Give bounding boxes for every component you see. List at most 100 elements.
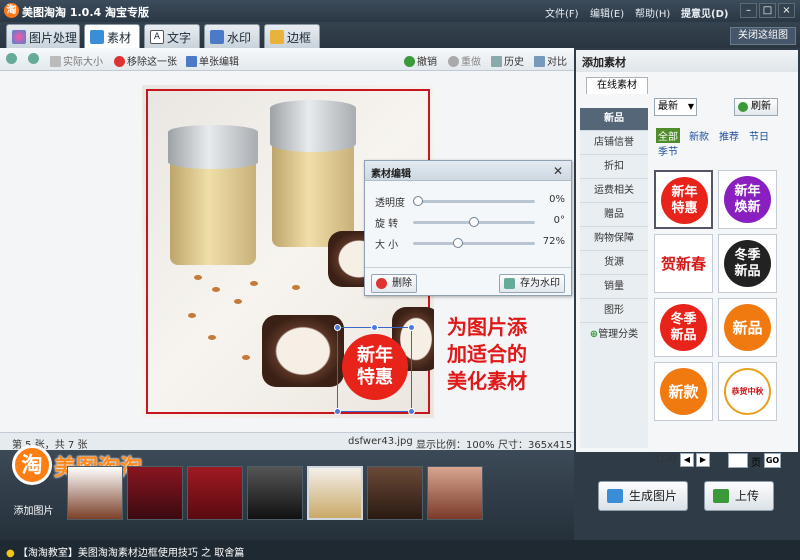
category-item[interactable]: 店铺信誉 xyxy=(580,132,648,155)
menu-help[interactable]: 帮助(H) xyxy=(635,5,670,20)
resize-handle[interactable] xyxy=(334,408,341,415)
undo-icon xyxy=(404,56,415,67)
manage-categories-button[interactable]: ⊕管理分类 xyxy=(580,324,648,347)
zoom-in-icon xyxy=(6,53,17,64)
app-logo-icon: 淘 xyxy=(4,3,19,18)
category-item[interactable]: 运费相关 xyxy=(580,180,648,203)
category-item[interactable]: 销量 xyxy=(580,276,648,299)
thumbnail-5[interactable] xyxy=(307,466,363,520)
history-button[interactable]: 历史 xyxy=(491,53,524,68)
tab-online-materials[interactable]: 在线素材 xyxy=(586,77,648,94)
filter-season[interactable]: 季节 xyxy=(658,143,678,158)
text-icon: A xyxy=(150,30,164,44)
title-bar: 淘 美图淘淘 1.0.4 淘宝专版 文件(F) 编辑(E) 帮助(H) 提意见(… xyxy=(0,0,800,22)
compare-button[interactable]: 对比 xyxy=(534,53,567,68)
tin-lid-right xyxy=(270,100,356,152)
redo-button[interactable]: 重做 xyxy=(448,53,481,68)
menu-file[interactable]: 文件(F) xyxy=(545,5,579,20)
menu-edit[interactable]: 编辑(E) xyxy=(590,5,624,20)
resize-handle[interactable] xyxy=(408,408,415,415)
slider-thumb[interactable] xyxy=(469,217,479,227)
category-list: 新品 店铺信誉 折扣 运费相关 赠品 购物保障 货源 销量 图形 ⊕管理分类 xyxy=(580,108,648,448)
menu-feedback[interactable]: 提意见(D) xyxy=(681,5,728,20)
filter-new[interactable]: 新款 xyxy=(689,128,709,143)
actual-size-button[interactable]: 实际大小 xyxy=(50,53,103,68)
tip-bar[interactable]: ● 【淘淘教室】美图淘淘素材边框使用技巧 之 取舍篇 xyxy=(0,540,800,560)
category-item[interactable]: 购物保障 xyxy=(580,228,648,251)
undo-button[interactable]: 撤销 xyxy=(404,53,437,68)
selected-sticker[interactable]: 新年 特惠 xyxy=(334,324,415,415)
filter-all[interactable]: 全部 xyxy=(656,128,680,143)
close-window-button[interactable]: × xyxy=(778,3,795,18)
remove-icon xyxy=(114,56,125,67)
generate-image-button[interactable]: 生成图片 xyxy=(598,481,688,511)
filter-holiday[interactable]: 节日 xyxy=(749,128,769,143)
resize-handle[interactable] xyxy=(408,324,415,331)
category-item[interactable]: 折扣 xyxy=(580,156,648,179)
thumbnail-1[interactable] xyxy=(67,466,123,520)
remove-image-button[interactable]: 移除这一张 xyxy=(114,53,177,68)
save-as-watermark-button[interactable]: 存为水印 xyxy=(499,274,565,293)
sort-select[interactable]: 最新 ▼ xyxy=(654,98,697,116)
add-photo-button[interactable]: 添加图片 xyxy=(6,486,61,518)
material-tile[interactable]: 新年 焕新 xyxy=(718,170,777,229)
delete-button[interactable]: 删除 xyxy=(371,274,417,293)
material-tile[interactable]: 恭贺中秋 xyxy=(718,362,777,421)
tab-image-processing[interactable]: 图片处理 xyxy=(6,24,80,48)
watermark-icon xyxy=(210,30,224,44)
material-tile[interactable]: 冬季 新品 xyxy=(654,298,713,357)
zoom-in-button[interactable] xyxy=(6,53,19,65)
petal xyxy=(212,287,220,292)
thumbnail-4[interactable] xyxy=(247,466,303,520)
refresh-icon xyxy=(738,102,748,112)
upload-icon xyxy=(713,489,729,503)
divider xyxy=(365,267,571,268)
history-icon xyxy=(491,56,502,67)
promo-caption: 为图片添 加适合的 美化素材 xyxy=(447,315,527,393)
page-indicator: 1/30 xyxy=(654,454,677,465)
tab-watermark[interactable]: 水印 xyxy=(204,24,260,48)
opacity-slider[interactable]: 透明度 0% xyxy=(375,194,565,209)
app-title: 美图淘淘 1.0.4 淘宝专版 xyxy=(22,6,149,19)
material-tile[interactable]: 新款 xyxy=(654,362,713,421)
material-tile[interactable]: 新品 xyxy=(718,298,777,357)
next-page-button[interactable]: ▶ xyxy=(696,453,710,467)
filter-recommended[interactable]: 推荐 xyxy=(719,128,739,143)
zoom-out-button[interactable] xyxy=(28,53,41,65)
tin-lid-left xyxy=(168,125,258,169)
tab-materials[interactable]: 素材 xyxy=(84,24,140,49)
material-tile[interactable]: 冬季 新品 xyxy=(718,234,777,293)
tab-text[interactable]: A 文字 xyxy=(144,24,200,48)
size-slider[interactable]: 大 小 72% xyxy=(375,236,565,251)
refresh-button[interactable]: 刷新 xyxy=(734,98,778,116)
go-button[interactable]: GO xyxy=(764,453,781,468)
minimize-button[interactable]: – xyxy=(740,3,757,18)
thumbnail-6[interactable] xyxy=(367,466,423,520)
petal xyxy=(234,299,242,304)
upload-button[interactable]: 上传 xyxy=(704,481,774,511)
petal xyxy=(194,275,202,280)
maximize-button[interactable]: □ xyxy=(759,3,776,18)
page-number-input[interactable] xyxy=(728,453,748,468)
category-item[interactable]: 新品 xyxy=(580,108,648,131)
resize-handle[interactable] xyxy=(334,324,341,331)
toolbar: 实际大小 移除这一张 单张编辑 撤销 重做 历史 对比 xyxy=(0,48,574,71)
slider-thumb[interactable] xyxy=(453,238,464,248)
zoom-out-icon xyxy=(28,53,39,64)
slider-thumb[interactable] xyxy=(413,196,423,206)
category-item[interactable]: 图形 xyxy=(580,300,648,323)
close-group-button[interactable]: 关闭这组图 xyxy=(730,27,796,45)
material-tile[interactable]: 贺新春 xyxy=(654,234,713,293)
tab-border[interactable]: 边框 xyxy=(264,24,320,48)
material-tile[interactable]: 新年 特惠 xyxy=(654,170,713,229)
single-edit-button[interactable]: 单张编辑 xyxy=(186,53,239,68)
thumbnail-3[interactable] xyxy=(187,466,243,520)
thumbnail-7[interactable] xyxy=(427,466,483,520)
resize-handle[interactable] xyxy=(371,324,378,331)
category-item[interactable]: 赠品 xyxy=(580,204,648,227)
prev-page-button[interactable]: ◀ xyxy=(680,453,694,467)
thumbnail-2[interactable] xyxy=(127,466,183,520)
close-icon[interactable]: ✕ xyxy=(553,164,563,178)
category-item[interactable]: 货源 xyxy=(580,252,648,275)
rotate-slider[interactable]: 旋 转 0° xyxy=(375,215,565,230)
